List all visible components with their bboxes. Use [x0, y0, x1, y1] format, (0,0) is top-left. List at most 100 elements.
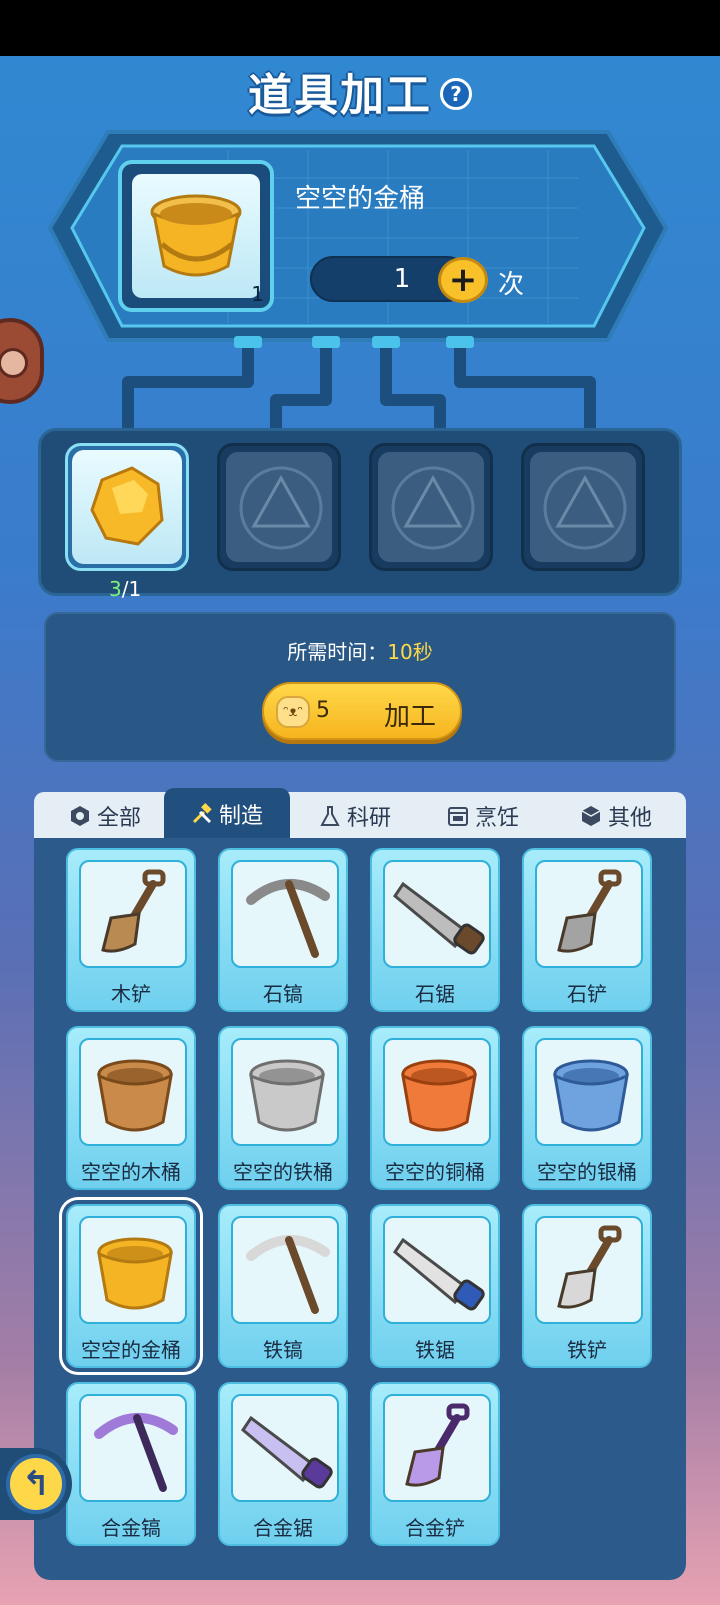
- tab-cooking-label: 烹饪: [474, 806, 519, 831]
- item-image: [535, 1038, 643, 1146]
- process-cost: 5: [316, 698, 330, 723]
- iron-saw-icon: [393, 1237, 485, 1311]
- item-card-2[interactable]: 石镐: [218, 848, 348, 1012]
- ingredient-count: 3/1: [109, 577, 141, 601]
- ingredient-slot-2: [217, 443, 341, 571]
- cube-icon: [581, 806, 601, 826]
- process-panel: 所需时间：10秒 ᵔᴥᵔ 5 加工: [44, 612, 676, 762]
- wooden-shovel-icon: [101, 869, 166, 953]
- item-card-1[interactable]: 木铲: [66, 848, 196, 1012]
- wooden-bucket-icon: [97, 1059, 173, 1132]
- tab-craft[interactable]: 制造: [164, 788, 290, 840]
- iron-bucket-icon: [249, 1059, 325, 1132]
- copper-bucket-icon: [401, 1059, 477, 1132]
- item-card-12[interactable]: 铁铲: [522, 1204, 652, 1368]
- tab-research[interactable]: 科研: [300, 792, 410, 840]
- alloy-saw-icon: [241, 1415, 333, 1489]
- item-card-15[interactable]: 合金铲: [370, 1382, 500, 1546]
- ingredient-slot-1[interactable]: [65, 443, 189, 571]
- item-card-10[interactable]: 铁镐: [218, 1204, 348, 1368]
- help-icon[interactable]: ?: [440, 78, 472, 110]
- item-label: 铁镐: [263, 1338, 303, 1362]
- item-image: [79, 1394, 187, 1502]
- gold-bucket-icon: [150, 194, 242, 277]
- stone-shovel-icon: [557, 869, 622, 953]
- item-image: [383, 1216, 491, 1324]
- ingredient-slot-4: [521, 443, 645, 571]
- silver-bucket-icon: [553, 1059, 629, 1132]
- product-image: [132, 174, 260, 298]
- empty-slot-icon: [391, 466, 475, 550]
- item-label: 铁铲: [567, 1338, 607, 1362]
- item-image: [383, 860, 491, 968]
- item-image: [79, 1216, 187, 1324]
- item-card-9[interactable]: 空空的金桶: [66, 1204, 196, 1368]
- connector-pipes: [122, 336, 596, 430]
- alloy-shovel-icon: [405, 1403, 470, 1487]
- tab-craft-label: 制造: [218, 804, 263, 829]
- item-image: [231, 1394, 339, 1502]
- ingredient-need: /1: [121, 577, 142, 601]
- time-value: 10秒: [387, 640, 433, 664]
- item-label: 空空的铜桶: [385, 1160, 485, 1184]
- stone-pickaxe-icon: [246, 879, 330, 958]
- item-card-14[interactable]: 合金锯: [218, 1382, 348, 1546]
- item-label: 合金铲: [405, 1516, 465, 1540]
- header: 道具加工 ?: [0, 62, 720, 121]
- item-image: [383, 1038, 491, 1146]
- item-image: [383, 1394, 491, 1502]
- stone-saw-icon: [393, 881, 485, 955]
- item-card-6[interactable]: 空空的铁桶: [218, 1026, 348, 1190]
- process-button-label: 加工: [384, 702, 437, 732]
- process-button[interactable]: ᵔᴥᵔ 5 加工: [262, 682, 462, 740]
- tab-research-label: 科研: [346, 806, 391, 831]
- item-card-7[interactable]: 空空的铜桶: [370, 1026, 500, 1190]
- item-image: [79, 860, 187, 968]
- ingredient-panel: 3/1: [38, 428, 682, 601]
- item-label: 空空的铁桶: [233, 1160, 333, 1184]
- item-label: 铁锯: [415, 1338, 455, 1362]
- product-name: 空空的金桶: [295, 184, 426, 214]
- item-label: 石铲: [567, 982, 607, 1006]
- time-row: 所需时间：10秒: [46, 636, 674, 665]
- page-title: 道具加工: [248, 70, 432, 121]
- item-label: 空空的木桶: [81, 1160, 181, 1184]
- item-label: 空空的银桶: [537, 1160, 637, 1184]
- back-button[interactable]: ↰: [0, 1448, 72, 1520]
- item-label: 木铲: [111, 982, 151, 1006]
- tab-other-label: 其他: [607, 806, 652, 831]
- tools-icon: [192, 803, 212, 824]
- gold-nugget-icon: [90, 466, 164, 546]
- gold-bucket-icon: [97, 1237, 173, 1310]
- stove-icon: [447, 807, 468, 826]
- item-label: 空空的金桶: [81, 1338, 181, 1362]
- alloy-pickaxe-icon: [94, 1413, 178, 1492]
- item-image: [535, 1216, 643, 1324]
- increase-quantity-button[interactable]: +: [438, 257, 488, 303]
- item-card-8[interactable]: 空空的银桶: [522, 1026, 652, 1190]
- tab-cooking[interactable]: 烹饪: [428, 792, 538, 840]
- tab-all[interactable]: 全部: [50, 792, 160, 840]
- back-arrow-icon: ↰: [6, 1454, 66, 1514]
- item-label: 合金锯: [253, 1516, 313, 1540]
- item-card-13[interactable]: 合金镐: [66, 1382, 196, 1546]
- tab-all-label: 全部: [96, 806, 141, 831]
- empty-slot-icon: [543, 466, 627, 550]
- item-card-3[interactable]: 石锯: [370, 848, 500, 1012]
- iron-shovel-icon: [557, 1225, 622, 1309]
- empty-slot-icon: [239, 466, 323, 550]
- quantity-unit: 次: [498, 270, 525, 300]
- item-label: 合金镐: [101, 1516, 161, 1540]
- ingredient-slot-3: [369, 443, 493, 571]
- status-bar: [0, 0, 720, 56]
- item-card-5[interactable]: 空空的木桶: [66, 1026, 196, 1190]
- item-label: 石锯: [415, 982, 455, 1006]
- item-card-11[interactable]: 铁锯: [370, 1204, 500, 1368]
- item-image: [231, 1038, 339, 1146]
- item-card-4[interactable]: 石铲: [522, 848, 652, 1012]
- item-image: [231, 1216, 339, 1324]
- product-count: 1: [251, 282, 264, 306]
- item-image: [231, 860, 339, 968]
- tab-other[interactable]: 其他: [556, 792, 676, 840]
- iron-pickaxe-icon: [246, 1235, 330, 1314]
